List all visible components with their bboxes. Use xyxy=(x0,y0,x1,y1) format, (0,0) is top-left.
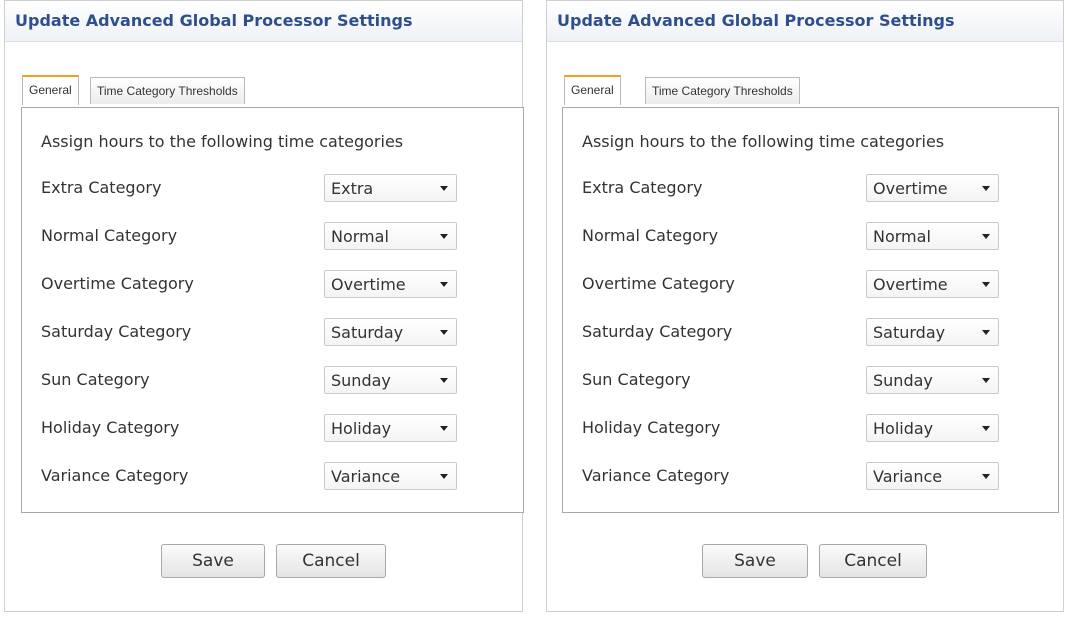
holiday-category-select[interactable]: Holiday xyxy=(866,414,999,442)
panel-title: Update Advanced Global Processor Setting… xyxy=(547,1,1063,42)
normal-category-select[interactable]: Normal xyxy=(324,222,457,250)
holiday-category-label: Holiday Category xyxy=(582,418,721,437)
variance-category-label: Variance Category xyxy=(582,466,730,485)
sun-category-select[interactable]: Sunday xyxy=(866,366,999,394)
chevron-down-icon xyxy=(982,186,990,191)
holiday-category-label: Holiday Category xyxy=(41,418,180,437)
selected-value: Variance xyxy=(873,467,943,486)
category-row-variance: Variance Category Variance xyxy=(41,462,513,492)
tab-general[interactable]: General xyxy=(564,75,621,105)
selected-value: Saturday xyxy=(873,323,946,342)
save-button[interactable]: Save xyxy=(702,544,808,578)
saturday-category-select[interactable]: Saturday xyxy=(866,318,999,346)
selected-value: Sunday xyxy=(873,371,933,390)
chevron-down-icon xyxy=(982,330,990,335)
chevron-down-icon xyxy=(440,186,448,191)
overtime-category-select[interactable]: Overtime xyxy=(866,270,999,298)
chevron-down-icon xyxy=(982,234,990,239)
chevron-down-icon xyxy=(440,426,448,431)
selected-value: Sunday xyxy=(331,371,391,390)
overtime-category-select[interactable]: Overtime xyxy=(324,270,457,298)
chevron-down-icon xyxy=(440,234,448,239)
variance-category-select[interactable]: Variance xyxy=(324,462,457,490)
holiday-category-select[interactable]: Holiday xyxy=(324,414,457,442)
selected-value: Holiday xyxy=(331,419,392,438)
normal-category-label: Normal Category xyxy=(41,226,178,245)
general-tab-content: Assign hours to the following time categ… xyxy=(21,107,524,513)
settings-panel-left: Update Advanced Global Processor Setting… xyxy=(4,0,524,612)
cancel-button[interactable]: Cancel xyxy=(276,544,386,578)
selected-value: Normal xyxy=(331,227,389,246)
tab-general[interactable]: General xyxy=(22,75,79,105)
sun-category-label: Sun Category xyxy=(41,370,150,389)
category-row-variance: Variance Category Variance xyxy=(582,462,1048,492)
instructions-text: Assign hours to the following time categ… xyxy=(582,132,945,151)
extra-category-label: Extra Category xyxy=(41,178,162,197)
selected-value: Extra xyxy=(331,179,374,198)
save-button[interactable]: Save xyxy=(161,544,265,578)
chevron-down-icon xyxy=(982,378,990,383)
selected-value: Overtime xyxy=(873,275,948,294)
variance-category-select[interactable]: Variance xyxy=(866,462,999,490)
normal-category-label: Normal Category xyxy=(582,226,719,245)
chevron-down-icon xyxy=(982,474,990,479)
category-row-sun: Sun Category Sunday xyxy=(582,366,1048,396)
category-row-saturday: Saturday Category Saturday xyxy=(582,318,1048,348)
instructions-text: Assign hours to the following time categ… xyxy=(41,132,404,151)
chevron-down-icon xyxy=(982,282,990,287)
extra-category-select[interactable]: Extra xyxy=(324,174,457,202)
chevron-down-icon xyxy=(982,426,990,431)
sun-category-select[interactable]: Sunday xyxy=(324,366,457,394)
selected-value: Holiday xyxy=(873,419,934,438)
category-row-overtime: Overtime Category Overtime xyxy=(582,270,1048,300)
category-row-normal: Normal Category Normal xyxy=(41,222,513,252)
general-tab-content: Assign hours to the following time categ… xyxy=(562,107,1059,513)
saturday-category-label: Saturday Category xyxy=(41,322,192,341)
variance-category-label: Variance Category xyxy=(41,466,189,485)
overtime-category-label: Overtime Category xyxy=(582,274,735,293)
selected-value: Saturday xyxy=(331,323,404,342)
selected-value: Variance xyxy=(331,467,401,486)
chevron-down-icon xyxy=(440,378,448,383)
overtime-category-label: Overtime Category xyxy=(41,274,194,293)
normal-category-select[interactable]: Normal xyxy=(866,222,999,250)
sun-category-label: Sun Category xyxy=(582,370,691,389)
category-row-holiday: Holiday Category Holiday xyxy=(582,414,1048,444)
chevron-down-icon xyxy=(440,282,448,287)
selected-value: Overtime xyxy=(873,179,948,198)
extra-category-select[interactable]: Overtime xyxy=(866,174,999,202)
cancel-button[interactable]: Cancel xyxy=(819,544,927,578)
chevron-down-icon xyxy=(440,474,448,479)
category-row-extra: Extra Category Extra xyxy=(41,174,513,204)
category-row-holiday: Holiday Category Holiday xyxy=(41,414,513,444)
extra-category-label: Extra Category xyxy=(582,178,703,197)
category-row-overtime: Overtime Category Overtime xyxy=(41,270,513,300)
tab-time-category-thresholds[interactable]: Time Category Thresholds xyxy=(90,77,245,104)
category-row-sun: Sun Category Sunday xyxy=(41,366,513,396)
saturday-category-label: Saturday Category xyxy=(582,322,733,341)
selected-value: Overtime xyxy=(331,275,406,294)
chevron-down-icon xyxy=(440,330,448,335)
selected-value: Normal xyxy=(873,227,931,246)
category-row-saturday: Saturday Category Saturday xyxy=(41,318,513,348)
panel-title: Update Advanced Global Processor Setting… xyxy=(5,1,522,42)
category-row-extra: Extra Category Overtime xyxy=(582,174,1048,204)
tab-time-category-thresholds[interactable]: Time Category Thresholds xyxy=(645,77,800,104)
settings-panel-right: Update Advanced Global Processor Setting… xyxy=(546,0,1064,612)
saturday-category-select[interactable]: Saturday xyxy=(324,318,457,346)
category-row-normal: Normal Category Normal xyxy=(582,222,1048,252)
